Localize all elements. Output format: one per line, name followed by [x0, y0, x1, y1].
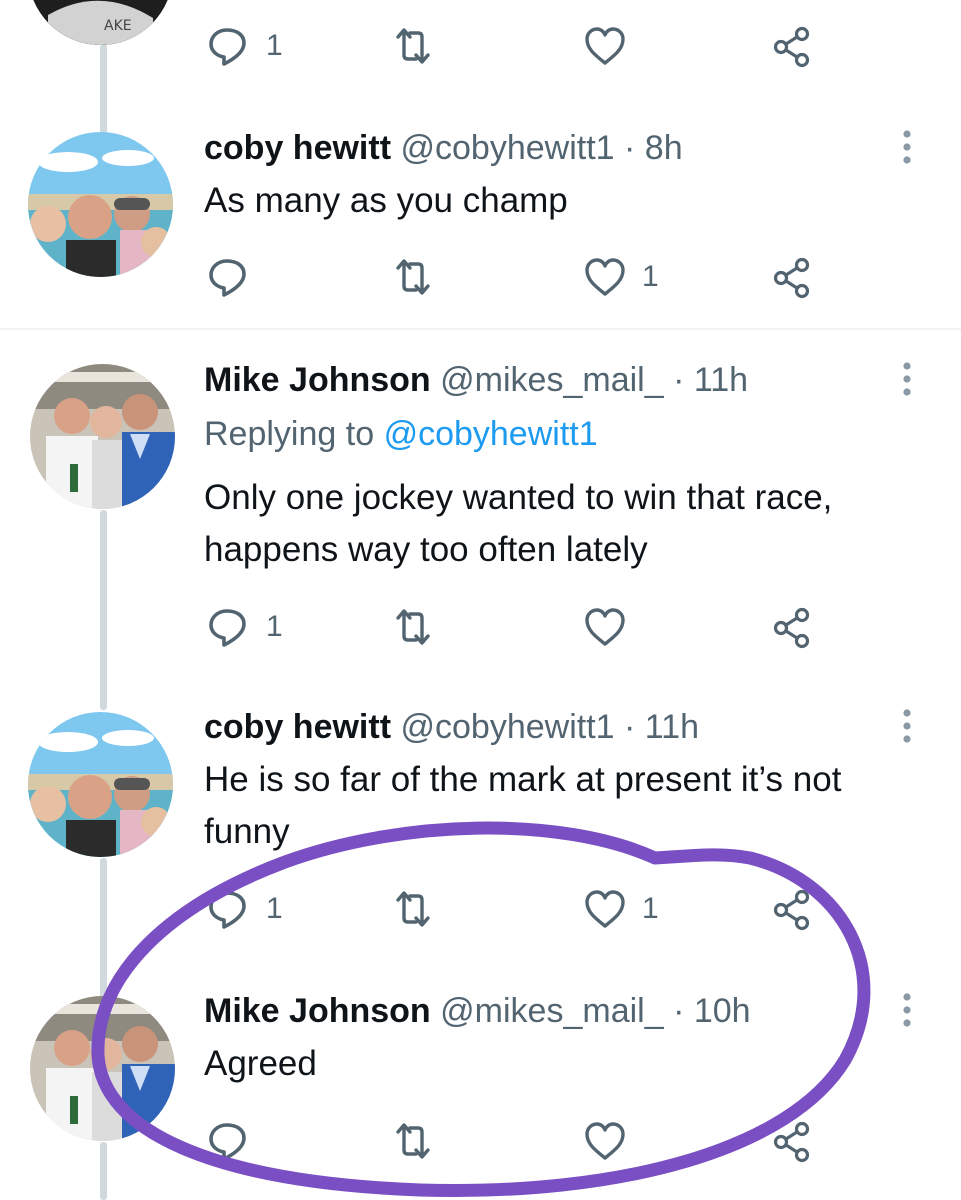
more-icon[interactable]	[892, 126, 922, 170]
user-handle[interactable]: @cobyhewitt1	[400, 129, 614, 167]
retweet-button[interactable]	[390, 1114, 436, 1168]
avatar-mike-johnson[interactable]	[30, 364, 175, 509]
tweet-header: Mike Johnson @mikes_mail_ · 11h	[204, 358, 748, 402]
avatar-coby-hewitt[interactable]	[28, 132, 173, 277]
thread-line-middle	[100, 510, 107, 710]
tweet-text: Only one jockey wanted to win that race,…	[204, 478, 833, 569]
reply-icon	[209, 1123, 246, 1161]
replying-to-mention[interactable]: @cobyhewitt1	[384, 415, 598, 453]
like-button[interactable]	[582, 600, 628, 654]
reply-icon	[209, 259, 246, 297]
avatar-coby-hewitt[interactable]	[28, 712, 173, 857]
reply-count: 1	[266, 610, 283, 643]
reply-button[interactable]	[206, 1114, 252, 1168]
tweet-text: Agreed	[204, 1044, 317, 1083]
like-button[interactable]: 1	[582, 882, 659, 936]
user-handle[interactable]: @cobyhewitt1	[400, 708, 614, 746]
reply-button[interactable]: 1	[206, 882, 283, 936]
tweet-header: Mike Johnson @mikes_mail_ · 10h	[204, 989, 751, 1033]
tweet-text: He is so far of the mark at present it’s…	[204, 760, 842, 851]
separator-dot: ·	[673, 992, 685, 1030]
user-handle[interactable]: @mikes_mail_	[440, 992, 663, 1030]
share-icon	[773, 257, 810, 299]
svg-text:AKE: AKE	[104, 18, 132, 34]
reply-icon	[209, 28, 246, 66]
share-button[interactable]	[770, 250, 816, 304]
timestamp[interactable]: 11h	[645, 708, 699, 746]
separator-dot: ·	[673, 361, 685, 399]
tweet-header: coby hewitt @cobyhewitt1 · 8h	[204, 126, 683, 170]
avatar-partial-top[interactable]: AKE	[28, 0, 173, 45]
separator-dot: ·	[624, 129, 636, 167]
tweet-text: As many as you champ	[204, 181, 568, 220]
tweet-header: coby hewitt @cobyhewitt1 · 11h	[204, 705, 699, 749]
like-icon	[585, 27, 625, 65]
reply-icon	[209, 891, 246, 929]
like-button[interactable]	[582, 1114, 628, 1168]
timestamp[interactable]: 11h	[694, 361, 748, 399]
like-icon	[585, 1122, 625, 1160]
retweet-icon	[396, 1123, 430, 1159]
share-icon	[773, 26, 810, 68]
retweet-icon	[396, 28, 430, 64]
share-button[interactable]	[770, 600, 816, 654]
reply-button[interactable]: 1	[206, 19, 283, 73]
retweet-icon	[396, 609, 430, 645]
share-button[interactable]	[770, 1114, 816, 1168]
replying-to-label: Replying to	[204, 415, 375, 453]
more-icon[interactable]	[892, 989, 922, 1033]
thread-line-bottom	[100, 1142, 107, 1200]
retweet-button[interactable]	[390, 250, 436, 304]
tweet-thread: AKE 1 coby hewitt @cobyhewitt1 · 8h As m…	[0, 0, 961, 1200]
display-name[interactable]: coby hewitt	[204, 708, 391, 746]
timestamp[interactable]: 10h	[694, 992, 751, 1030]
retweet-icon	[396, 891, 430, 927]
like-count: 1	[642, 260, 659, 293]
retweet-icon	[396, 259, 430, 295]
separator-dot: ·	[624, 708, 636, 746]
share-icon	[773, 889, 810, 931]
user-handle[interactable]: @mikes_mail_	[440, 361, 663, 399]
share-button[interactable]	[770, 882, 816, 936]
retweet-button[interactable]	[390, 19, 436, 73]
retweet-button[interactable]	[390, 600, 436, 654]
display-name[interactable]: Mike Johnson	[204, 992, 431, 1030]
like-icon	[585, 608, 625, 646]
thread-line-lower	[100, 858, 107, 1000]
reply-count: 1	[266, 29, 283, 62]
reply-count: 1	[266, 892, 283, 925]
like-icon	[585, 890, 625, 928]
replying-to: Replying to @cobyhewitt1	[204, 412, 598, 456]
reply-button[interactable]	[206, 250, 266, 304]
display-name[interactable]: Mike Johnson	[204, 361, 431, 399]
thread-divider	[0, 328, 961, 330]
display-name[interactable]: coby hewitt	[204, 129, 391, 167]
more-icon[interactable]	[892, 705, 922, 749]
thread-line-top	[100, 44, 107, 134]
like-button[interactable]: 1	[582, 250, 659, 304]
like-count: 1	[642, 892, 659, 925]
reply-icon	[209, 609, 246, 647]
more-icon[interactable]	[892, 358, 922, 402]
reply-button[interactable]: 1	[206, 600, 283, 654]
retweet-button[interactable]	[390, 882, 436, 936]
share-icon	[773, 607, 810, 649]
share-button[interactable]	[770, 19, 816, 73]
like-button[interactable]	[582, 19, 628, 73]
timestamp[interactable]: 8h	[645, 129, 683, 167]
share-icon	[773, 1121, 810, 1163]
avatar-mike-johnson[interactable]	[30, 996, 175, 1141]
like-icon	[585, 258, 625, 296]
